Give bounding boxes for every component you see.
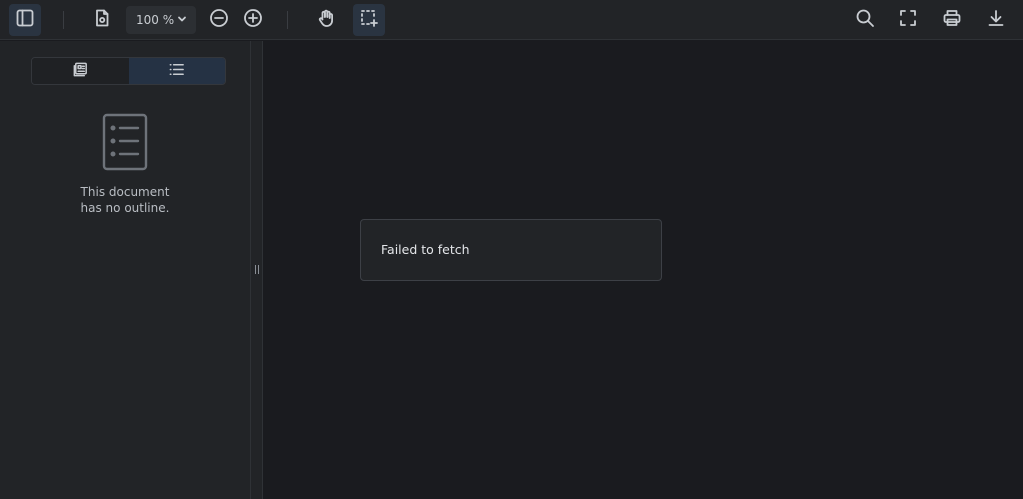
zoom-in-button[interactable] xyxy=(237,4,269,36)
error-message-card: Failed to fetch xyxy=(360,219,662,281)
zoom-in-icon xyxy=(243,8,263,32)
fullscreen-icon xyxy=(898,8,918,32)
download-icon xyxy=(986,8,1006,32)
no-outline-message: This document has no outline. xyxy=(40,184,210,216)
search-button[interactable] xyxy=(849,4,881,36)
zoom-value: 100 % xyxy=(136,13,175,27)
error-message: Failed to fetch xyxy=(381,242,470,257)
no-outline-line1: This document xyxy=(80,185,170,199)
document-properties-button[interactable] xyxy=(86,4,118,36)
toolbar-separator xyxy=(287,11,288,29)
sidebar xyxy=(0,41,250,499)
zoom-select[interactable]: 100 % xyxy=(126,6,196,34)
sidebar-toggle-icon xyxy=(15,8,35,32)
thumbnails-icon xyxy=(72,61,89,82)
zoom-out-icon xyxy=(209,8,229,32)
toolbar-separator xyxy=(63,11,64,29)
outline-tab[interactable] xyxy=(128,58,225,84)
outline-list-icon xyxy=(168,61,185,82)
thumbnails-tab[interactable] xyxy=(32,58,129,84)
hand-icon xyxy=(316,8,336,32)
download-button[interactable] xyxy=(980,4,1012,36)
toolbar: 100 % xyxy=(0,0,1023,40)
document-settings-icon xyxy=(92,8,112,32)
selection-tool-button[interactable] xyxy=(353,4,385,36)
no-outline-line2: has no outline. xyxy=(80,201,170,215)
zoom-out-button[interactable] xyxy=(203,4,235,36)
fullscreen-button[interactable] xyxy=(892,4,924,36)
sidebar-toggle-button[interactable] xyxy=(9,4,41,36)
search-icon xyxy=(855,8,875,32)
resize-grip-icon[interactable] xyxy=(255,265,259,274)
pan-tool-button[interactable] xyxy=(310,4,342,36)
chevron-down-icon xyxy=(176,13,188,25)
sidebar-view-switcher xyxy=(31,57,226,85)
print-button[interactable] xyxy=(936,4,968,36)
print-icon xyxy=(942,8,962,32)
selection-icon xyxy=(359,8,379,32)
outline-document-icon xyxy=(100,112,150,172)
